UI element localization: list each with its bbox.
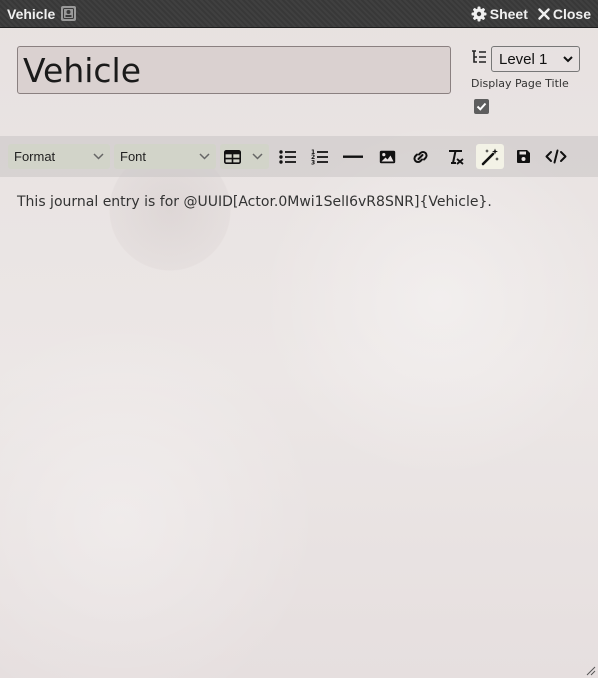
table-icon — [224, 149, 241, 164]
chevron-down-icon — [252, 153, 263, 160]
save-button[interactable] — [509, 144, 537, 169]
clear-format-button[interactable] — [442, 144, 470, 169]
editor-toolbar: Format Font 1 2 3 — [0, 136, 598, 177]
format-dropdown[interactable]: Format — [8, 144, 110, 169]
chevron-down-icon — [93, 153, 104, 160]
header-controls: Sheet Close — [471, 6, 591, 22]
magic-wand-button[interactable] — [476, 144, 504, 169]
window-titlebar[interactable]: Vehicle Sheet Close — [0, 0, 598, 28]
bullet-list-icon — [279, 149, 296, 164]
heading-level-icon — [472, 50, 486, 63]
font-dropdown[interactable]: Font — [114, 144, 216, 169]
display-title-checkbox[interactable] — [474, 99, 489, 114]
sheet-label: Sheet — [489, 5, 528, 22]
link-button[interactable] — [406, 144, 434, 169]
checkmark-icon — [476, 102, 487, 111]
horizontal-rule-button[interactable] — [339, 144, 367, 169]
heading-level-select[interactable]: Level 1 — [491, 46, 580, 72]
bullet-list-button[interactable] — [274, 144, 302, 169]
sheet-button[interactable]: Sheet — [471, 6, 528, 22]
horizontal-rule-icon — [343, 155, 363, 158]
close-icon — [538, 7, 550, 20]
image-icon — [379, 150, 395, 163]
close-button[interactable]: Close — [538, 6, 591, 22]
display-title-label: Display Page Title — [471, 77, 569, 90]
numbered-list-icon: 123 — [311, 149, 328, 165]
numbered-list-button[interactable]: 123 — [306, 144, 334, 169]
resize-handle-icon[interactable] — [584, 664, 596, 676]
chevron-down-icon — [563, 56, 573, 63]
save-icon — [516, 150, 530, 163]
page-title-input[interactable] — [17, 46, 451, 94]
source-code-button[interactable] — [542, 144, 570, 169]
source-code-icon — [545, 149, 567, 164]
close-label: Close — [552, 5, 591, 22]
clear-format-icon — [449, 149, 464, 165]
journal-window: Vehicle Sheet Close Vehicle Level 1 Disp… — [0, 0, 598, 678]
image-button[interactable] — [373, 144, 401, 169]
window-title: Vehicle — [7, 5, 56, 22]
magic-wand-icon — [481, 148, 499, 165]
svg-text:3: 3 — [311, 159, 315, 165]
level-select-value: Level 1 — [499, 50, 548, 68]
font-dropdown-label: Font — [120, 149, 147, 164]
chevron-down-icon — [199, 153, 210, 160]
journal-text[interactable]: This journal entry is for @UUID[Actor.0M… — [17, 194, 492, 210]
link-icon — [412, 150, 428, 163]
id-card-icon[interactable] — [61, 6, 77, 21]
table-dropdown[interactable] — [220, 144, 269, 169]
format-dropdown-label: Format — [14, 149, 56, 164]
gear-icon — [471, 6, 487, 21]
